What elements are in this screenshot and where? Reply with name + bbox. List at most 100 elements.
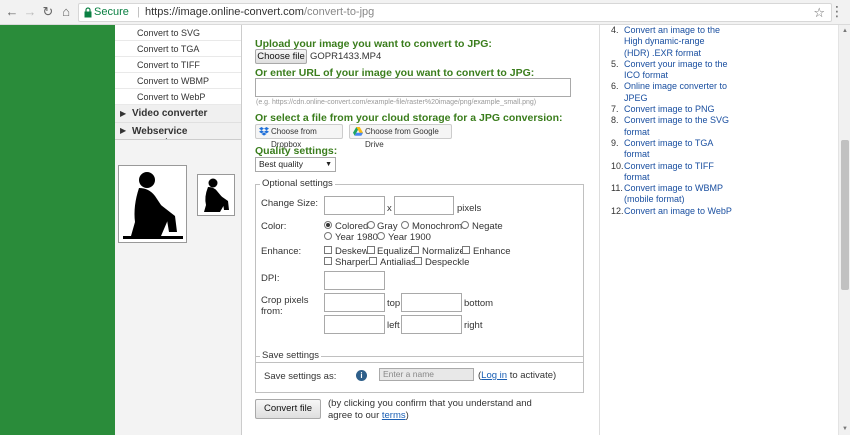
cloud-heading: Or select a file from your cloud storage…: [255, 112, 563, 124]
list-item[interactable]: 7. Convert image to PNG: [611, 104, 732, 115]
list-item[interactable]: 10. Convert image to TIFF format: [611, 161, 732, 184]
crop-top-input[interactable]: [324, 293, 385, 312]
color-radio-gray[interactable]: [367, 221, 375, 229]
enhance-option-label: Equalize: [377, 246, 414, 257]
reload-icon[interactable]: ↻: [41, 5, 55, 19]
list-item[interactable]: 4. Convert an image to the High dynamic-r…: [611, 25, 732, 59]
dpi-label: DPI:: [261, 273, 280, 284]
enhance-option-label: Normalize: [422, 246, 465, 257]
list-item-link[interactable]: Convert image to the SVG format: [624, 115, 729, 136]
save-name-input[interactable]: Enter a name: [379, 368, 474, 381]
ad-thumbnail-area: [115, 139, 241, 435]
crop-bottom-label: bottom: [464, 298, 494, 309]
list-item[interactable]: 8. Convert image to the SVG format: [611, 115, 732, 138]
crop-bottom-input[interactable]: [401, 293, 462, 312]
choose-file-button[interactable]: Choose file: [255, 49, 307, 64]
list-item-link[interactable]: Convert your image to the ICO format: [624, 59, 728, 80]
list-item[interactable]: 12. Convert an image to WebP: [611, 205, 732, 217]
list-item-number: 11.: [611, 183, 623, 194]
right-related-panel: 4. Convert an image to the High dynamic-r…: [599, 25, 838, 435]
page-scrollbar[interactable]: ▲ ▼: [838, 25, 850, 435]
color-option-label: Monochrome: [412, 221, 468, 232]
info-icon[interactable]: i: [356, 370, 367, 381]
nav-item-webp[interactable]: Convert to WebP: [115, 89, 241, 105]
color-radio-monochrome[interactable]: [401, 221, 409, 229]
login-note: (Log in to activate): [478, 370, 556, 381]
color-radio-year-1900[interactable]: [377, 232, 385, 240]
list-item-number: 5.: [611, 58, 619, 69]
enhance-option-label: Deskew: [335, 246, 369, 257]
convert-file-button[interactable]: Convert file: [255, 399, 321, 419]
quality-select[interactable]: Best quality ▼: [255, 157, 336, 172]
list-item-link[interactable]: Convert an image to the High dynamic-ran…: [624, 25, 720, 58]
color-option-label: Gray: [377, 221, 398, 232]
google-drive-button[interactable]: Choose from Google Drive: [349, 124, 452, 149]
terms-link[interactable]: terms: [382, 410, 406, 421]
dpi-input[interactable]: [324, 271, 385, 290]
crop-top-label: top: [387, 298, 401, 309]
google-drive-icon: [353, 127, 363, 136]
scrollbar-thumb[interactable]: [841, 140, 849, 290]
enhance-checkbox-equalize[interactable]: [367, 246, 375, 254]
height-input[interactable]: [394, 196, 454, 215]
list-item-number: 12.: [611, 205, 624, 216]
sitting-person-silhouette: [204, 178, 229, 212]
enhance-checkbox-despeckle[interactable]: [414, 257, 422, 265]
enhance-checkbox-normalize[interactable]: [411, 246, 419, 254]
list-item[interactable]: 6. Online image converter to JPEG: [611, 81, 732, 104]
lock-icon: [84, 7, 92, 18]
enhance-checkbox-sharpen[interactable]: [324, 257, 332, 265]
ad-image-small[interactable]: [197, 174, 235, 216]
address-bar[interactable]: Secure | https://image.online-convert.co…: [78, 3, 832, 22]
url-text: https://image.online-convert.com/convert…: [145, 6, 374, 18]
save-settings-label: Save settings as:: [264, 371, 337, 382]
list-item[interactable]: 9. Convert image to TGA format: [611, 138, 732, 161]
browser-toolbar: ← → ↻ ⌂ Secure | https://image.online-co…: [0, 0, 850, 25]
enhance-checkbox-deskew[interactable]: [324, 246, 332, 254]
list-item-link[interactable]: Convert image to TGA format: [624, 138, 713, 159]
back-arrow-icon[interactable]: ←: [5, 5, 19, 19]
nav-item-wbmp[interactable]: Convert to WBMP: [115, 73, 241, 89]
list-item-number: 7.: [611, 104, 619, 115]
url-path: /convert-to-jpg: [303, 6, 375, 18]
url-input[interactable]: [255, 78, 571, 97]
color-radio-year-1980[interactable]: [324, 232, 332, 240]
dropbox-button[interactable]: Choose from Dropbox: [255, 124, 343, 149]
list-item-link[interactable]: Convert an image to WebP: [624, 206, 732, 216]
color-option-label: Negate: [472, 221, 503, 232]
color-option-label: Year 1980: [335, 232, 378, 243]
crop-label-from: from:: [261, 306, 283, 317]
list-item-link[interactable]: Convert image to TIFF format: [624, 161, 714, 182]
convert-note-suffix: ): [405, 410, 409, 421]
width-input[interactable]: [324, 196, 385, 215]
nav-category-video[interactable]: ▶ Video converter: [115, 105, 241, 123]
nav-item-tga[interactable]: Convert to TGA: [115, 41, 241, 57]
forward-arrow-icon[interactable]: →: [23, 5, 37, 19]
list-item-link[interactable]: Convert image to PNG: [624, 104, 715, 114]
crop-left-input[interactable]: [324, 315, 385, 334]
ad-image-large[interactable]: [118, 165, 187, 243]
list-item[interactable]: 5. Convert your image to the ICO format: [611, 58, 732, 82]
left-nav-panel: Convert to SVG Convert to TGA Convert to…: [115, 25, 242, 435]
nav-item-svg[interactable]: Convert to SVG: [115, 25, 241, 41]
scroll-down-icon[interactable]: ▼: [841, 425, 849, 433]
enhance-option-label: Antialias: [380, 257, 416, 268]
home-icon[interactable]: ⌂: [59, 5, 73, 19]
color-radio-negate[interactable]: [461, 221, 469, 229]
enhance-checkbox-enhance[interactable]: [462, 246, 470, 254]
url-example-text: (e.g. https://cdn.online-convert.com/exa…: [256, 99, 537, 106]
browser-menu-icon[interactable]: ⋮: [830, 4, 844, 18]
list-item-number: 8.: [611, 115, 619, 126]
list-item-link[interactable]: Convert image to WBMP (mobile format): [624, 183, 723, 204]
scroll-up-icon[interactable]: ▲: [841, 27, 849, 35]
bookmark-star-icon[interactable]: ☆: [813, 5, 825, 21]
list-item-link[interactable]: Online image converter to JPEG: [624, 81, 727, 102]
list-item[interactable]: 11. Convert image to WBMP (mobile format): [611, 183, 732, 206]
enhance-option-label: Enhance: [473, 246, 511, 257]
nav-item-tiff[interactable]: Convert to TIFF: [115, 57, 241, 73]
login-link[interactable]: Log in: [481, 370, 507, 381]
login-suffix: to activate): [507, 370, 557, 381]
color-radio-colored[interactable]: [324, 221, 332, 229]
enhance-checkbox-antialias[interactable]: [369, 257, 377, 265]
crop-right-input[interactable]: [401, 315, 462, 334]
